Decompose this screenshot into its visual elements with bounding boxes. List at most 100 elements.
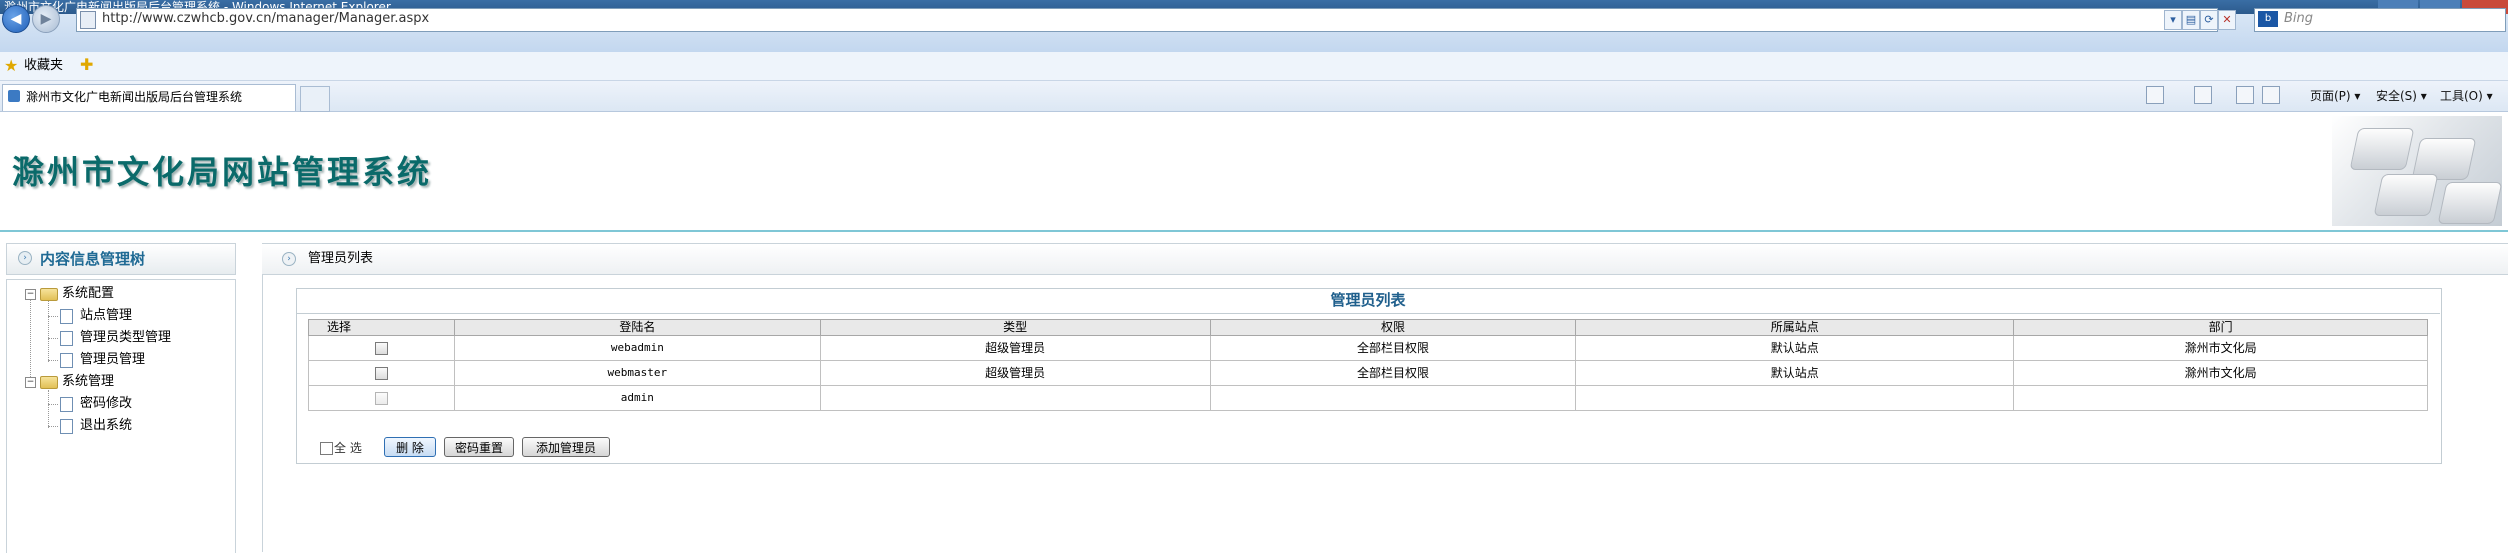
tree-line <box>48 426 58 428</box>
column-header-select: 选择 <box>308 319 455 336</box>
tree-line <box>48 360 58 362</box>
row-checkbox[interactable] <box>374 367 388 380</box>
folder-open-icon <box>40 376 58 389</box>
department-cell: 滁州市文化局 <box>2013 360 2428 386</box>
tab-bar <box>0 81 2508 112</box>
tree-line <box>48 404 58 406</box>
select-all-label[interactable]: 全 选 <box>334 440 362 456</box>
collapse-toggle-icon[interactable]: − <box>25 289 36 300</box>
site-cell <box>1575 385 2015 411</box>
collapse-toggle-icon[interactable]: − <box>25 377 36 388</box>
department-cell: 滁州市文化局 <box>2013 335 2428 361</box>
search-placeholder: Bing <box>2284 11 2314 26</box>
row-select-cell <box>308 335 455 361</box>
tree-item-change-password[interactable]: 密码修改 <box>80 396 132 412</box>
page-icon <box>80 11 96 29</box>
print-icon[interactable] <box>2262 86 2280 104</box>
table-header-row: 选择 登陆名 类型 权限 所属站点 部门 <box>308 319 2428 336</box>
admin-table: 选择 登陆名 类型 权限 所属站点 部门 webadmin 超级管理员 全部栏目… <box>308 319 2428 411</box>
tree-item-admin-management[interactable]: 管理员管理 <box>80 352 145 368</box>
tree-node-system-management[interactable]: 系统管理 <box>62 374 114 390</box>
add-admin-button[interactable]: 添加管理员 <box>522 437 610 457</box>
type-cell: 超级管理员 <box>819 360 1211 386</box>
document-icon <box>60 419 73 434</box>
row-checkbox[interactable] <box>374 392 388 405</box>
keyboard-key <box>2373 174 2439 216</box>
permission-cell: 全部栏目权限 <box>1209 360 1577 386</box>
tree-item-logout[interactable]: 退出系统 <box>80 418 132 434</box>
stop-icon[interactable]: ✕ <box>2218 10 2236 30</box>
refresh-icon[interactable]: ⟳ <box>2200 10 2218 30</box>
column-header-type: 类型 <box>819 319 1211 336</box>
content-header <box>262 243 2508 275</box>
type-cell: 超级管理员 <box>819 335 1211 361</box>
tools-menu[interactable]: 工具(O) ▾ <box>2440 88 2493 104</box>
ie-page-icon <box>8 90 20 102</box>
address-url[interactable]: http://www.czwhcb.gov.cn/manager/Manager… <box>102 10 429 28</box>
row-select-cell <box>308 360 455 386</box>
panel-title-divider <box>296 313 2440 314</box>
arrow-right-icon: ▶ <box>40 11 52 27</box>
column-header-department: 部门 <box>2013 319 2428 336</box>
tree-item-site-management[interactable]: 站点管理 <box>80 308 132 324</box>
feeds-icon[interactable] <box>2194 86 2212 104</box>
favorites-button[interactable]: 收藏夹 <box>24 58 63 74</box>
favorites-bar <box>0 52 2508 81</box>
panel-title: 管理员列表 <box>1330 291 1406 309</box>
keyboard-banner-image <box>2332 116 2503 226</box>
document-icon <box>60 353 73 368</box>
site-title: 滁州市文化局网站管理系统 <box>12 153 433 191</box>
document-icon <box>60 397 73 412</box>
table-row: webadmin 超级管理员 全部栏目权限 默认站点 滁州市文化局 <box>308 335 2428 361</box>
chevron-right-icon: › <box>282 252 296 266</box>
permission-cell: 全部栏目权限 <box>1209 335 1577 361</box>
column-header-login: 登陆名 <box>453 319 821 336</box>
arrow-left-icon: ◀ <box>10 11 22 27</box>
table-row: admin <box>308 385 2428 411</box>
select-all-checkbox[interactable] <box>320 442 333 455</box>
bing-icon: b <box>2258 11 2278 27</box>
column-header-site: 所属站点 <box>1575 319 2015 336</box>
dropdown-icon[interactable]: ▾ <box>2164 10 2182 30</box>
tab-label: 滁州市文化广电新闻出版局后台管理系统 <box>26 90 243 104</box>
site-cell: 默认站点 <box>1575 360 2015 386</box>
department-cell <box>2013 385 2428 411</box>
page-menu[interactable]: 页面(P) ▾ <box>2310 88 2360 104</box>
document-icon <box>60 331 73 346</box>
mail-icon[interactable] <box>2236 86 2254 104</box>
keyboard-key <box>2349 128 2415 170</box>
safety-menu[interactable]: 安全(S) ▾ <box>2376 88 2427 104</box>
compat-view-icon[interactable]: ▤ <box>2182 10 2200 30</box>
login-cell: webadmin <box>453 335 821 361</box>
delete-button[interactable]: 删 除 <box>384 437 436 457</box>
back-button[interactable]: ◀ <box>2 5 30 33</box>
breadcrumb: 管理员列表 <box>308 251 374 266</box>
site-cell: 默认站点 <box>1575 335 2015 361</box>
chevron-right-icon: › <box>18 251 32 265</box>
row-select-cell <box>308 385 455 411</box>
permission-cell <box>1209 385 1577 411</box>
folder-open-icon <box>40 288 58 301</box>
content-divider <box>262 274 263 552</box>
sidebar-title: 内容信息管理树 <box>40 250 146 268</box>
star-icon[interactable]: ★ <box>4 58 18 74</box>
home-icon[interactable] <box>2146 86 2164 104</box>
login-cell: webmaster <box>453 360 821 386</box>
type-cell <box>819 385 1211 411</box>
tree-line <box>48 300 50 362</box>
row-checkbox[interactable] <box>374 342 388 355</box>
login-cell: admin <box>453 385 821 411</box>
document-icon <box>60 309 73 324</box>
tree-node-system-config[interactable]: 系统配置 <box>62 286 114 302</box>
column-header-permission: 权限 <box>1209 319 1577 336</box>
new-tab-button[interactable] <box>300 86 330 112</box>
reset-password-button[interactable]: 密码重置 <box>444 437 514 457</box>
tree-item-admin-type-management[interactable]: 管理员类型管理 <box>80 330 171 346</box>
keyboard-key <box>2437 182 2503 224</box>
tree-line <box>48 316 58 318</box>
forward-button[interactable]: ▶ <box>32 5 60 33</box>
add-favorite-icon[interactable]: ✚ <box>80 57 93 73</box>
table-row: webmaster 超级管理员 全部栏目权限 默认站点 滁州市文化局 <box>308 360 2428 386</box>
tree-line <box>48 338 58 340</box>
tree-line <box>48 390 50 428</box>
